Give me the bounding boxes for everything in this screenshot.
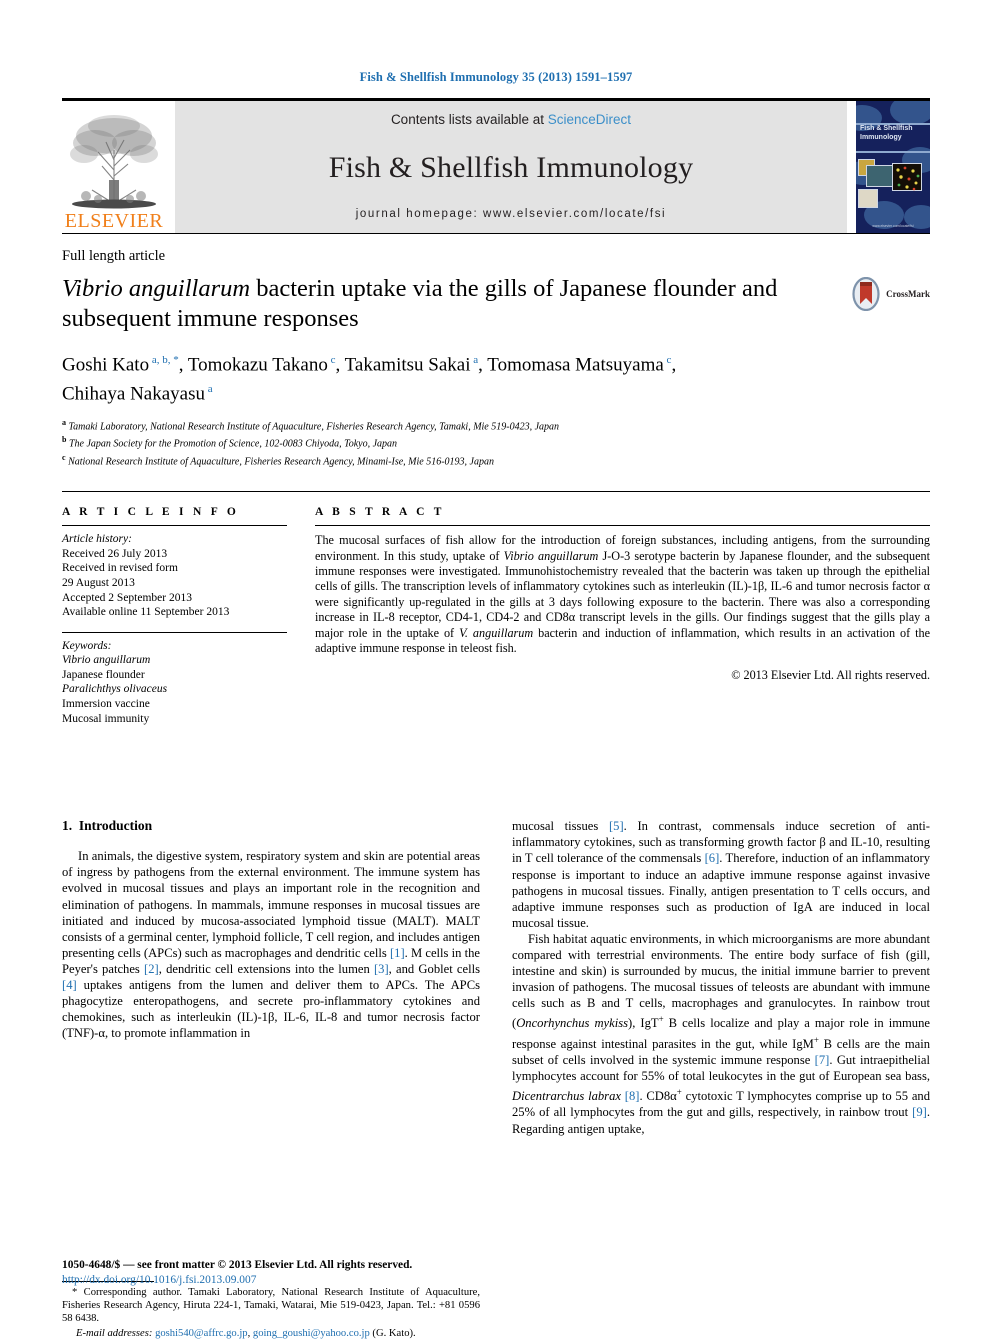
body-column-right: mucosal tissues [5]. In contrast, commen…: [512, 818, 930, 1278]
intro-paragraph-right-1: mucosal tissues [5]. In contrast, commen…: [512, 819, 930, 930]
keywords-label: Keywords:: [62, 639, 112, 652]
cover-footer-text: www.elsevier.com/locate/fsi: [872, 224, 914, 228]
citation-ref[interactable]: [2]: [144, 962, 159, 976]
intro-paragraph-right-2: Fish habitat aquatic environments, in wh…: [512, 931, 930, 1136]
author-affil-marker: a: [470, 354, 479, 366]
citation-ref[interactable]: [4]: [62, 978, 77, 992]
affiliation-marker: b: [62, 435, 67, 445]
author-list: Goshi Kato a, b, *, Tomokazu Takano c, T…: [62, 354, 677, 405]
elsevier-tree-icon: [70, 115, 158, 209]
author-affil-marker: a, b,: [149, 354, 174, 366]
abstract-heading: A B S T R A C T: [315, 506, 445, 519]
email-link-primary[interactable]: goshi540@affrc.go.jp: [155, 1328, 248, 1339]
page-title: Vibrio anguillarum bacterin uptake via t…: [62, 274, 849, 334]
masthead-bottom-rule: [62, 233, 930, 234]
doi-link[interactable]: http://dx.doi.org/10.1016/j.fsi.2013.09.…: [62, 1273, 492, 1288]
article-history: Article history: Received 26 July 2013 R…: [62, 526, 287, 620]
corresponding-footnote: * Corresponding author. Tamaki Laborator…: [62, 1280, 480, 1340]
page-footer: 1050-4648/$ — see front matter © 2013 El…: [62, 1258, 492, 1288]
cover-journal-name: Fish & Shellfish Immunology: [860, 125, 913, 141]
abstract-copyright: © 2013 Elsevier Ltd. All rights reserved…: [731, 668, 930, 683]
article-info-heading: A R T I C L E I N F O: [62, 506, 240, 519]
intro-paragraph-left: In animals, the digestive system, respir…: [62, 849, 480, 1041]
history-item: Received 26 July 2013: [62, 547, 168, 560]
section-number: 1.: [62, 818, 73, 834]
article-history-label: Article history:: [62, 533, 132, 546]
contents-prefix: Contents lists available at: [390, 112, 548, 127]
email-link-secondary[interactable]: going_goushi@yahoo.co.jp: [253, 1328, 370, 1339]
author-affil-marker: c: [663, 354, 672, 366]
journal-band: Contents lists available at ScienceDirec…: [175, 101, 847, 233]
journal-masthead: ELSEVIER Contents lists available at Sci…: [62, 101, 930, 233]
keyword-item: Japanese flounder: [62, 668, 145, 681]
citation-ref[interactable]: [8]: [625, 1089, 640, 1103]
journal-homepage[interactable]: journal homepage: www.elsevier.com/locat…: [356, 208, 666, 220]
citation-ref[interactable]: [9]: [912, 1105, 927, 1119]
cover-inset-4: [858, 189, 878, 208]
keywords-group: Keywords: Vibrio anguillarum Japanese fl…: [62, 631, 287, 727]
affiliation-text: The Japan Society for the Promotion of S…: [68, 438, 398, 450]
citation-ref[interactable]: [5]: [609, 819, 624, 833]
crossmark-badge-group[interactable]: CrossMark: [849, 277, 930, 311]
contents-available-line: Contents lists available at ScienceDirec…: [391, 112, 631, 127]
issn-line: 1050-4648/$ — see front matter © 2013 El…: [62, 1259, 413, 1271]
footnote-body: Corresponding author. Tamaki Laboratory,…: [62, 1286, 480, 1325]
history-item: Available online 11 September 2013: [62, 606, 230, 619]
body-columns: 1. Introduction In animals, the digestiv…: [62, 818, 930, 1339]
history-item: 29 August 2013: [62, 576, 135, 589]
affiliation-list: a Tamaki Laboratory, National Research I…: [62, 416, 930, 469]
abstract-column: A B S T R A C T The mucosal surfaces of …: [315, 492, 930, 726]
journal-cover-thumbnail: Fish & Shellfish Immunology www.elsevier.…: [856, 101, 930, 233]
corresponding-author-marker: *: [173, 354, 179, 366]
affiliation-marker: a: [62, 417, 66, 427]
title-row: Vibrio anguillarum bacterin uptake via t…: [62, 274, 930, 334]
email-suffix: (G. Kato).: [372, 1327, 416, 1339]
article-page: Fish & Shellfish Immunology 35 (2013) 15…: [0, 0, 992, 1339]
crossmark-label: CrossMark: [886, 289, 930, 299]
keyword-item: Mucosal immunity: [62, 712, 150, 725]
article-info-column: A R T I C L E I N F O Article history: R…: [62, 492, 287, 726]
abstract-text: The mucosal surfaces of fish allow for t…: [315, 533, 931, 655]
body-column-left: 1. Introduction In animals, the digestiv…: [62, 818, 480, 1339]
citation-ref[interactable]: [1]: [390, 946, 405, 960]
cover-micrograph: [896, 166, 920, 191]
crossmark-icon[interactable]: [849, 277, 883, 311]
cover-inset-3: [892, 163, 922, 191]
footnote-email-line: E-mail addresses: goshi540@affrc.go.jp, …: [76, 1327, 416, 1339]
affiliation-item: b The Japan Society for the Promotion of…: [62, 433, 930, 451]
history-item: Accepted 2 September 2013: [62, 591, 192, 604]
running-head: Fish & Shellfish Immunology 35 (2013) 15…: [359, 70, 633, 84]
citation-ref[interactable]: [3]: [374, 962, 389, 976]
section-heading-introduction: 1. Introduction: [62, 818, 480, 834]
author-affil-marker: c: [327, 354, 336, 366]
affiliation-item: a Tamaki Laboratory, National Research I…: [62, 416, 930, 434]
affiliation-item: c National Research Institute of Aquacul…: [62, 451, 930, 469]
footnote-text: * Corresponding author. Tamaki Laborator…: [62, 1286, 480, 1340]
citation-ref[interactable]: [7]: [815, 1053, 830, 1067]
keyword-item: Vibrio anguillarum: [62, 654, 151, 667]
article-type: Full length article: [62, 248, 166, 264]
email-label: E-mail addresses:: [76, 1327, 153, 1339]
journal-title: Fish & Shellfish Immunology: [328, 150, 694, 184]
sciencedirect-link[interactable]: ScienceDirect: [548, 112, 631, 127]
history-item: Received in revised form: [62, 562, 178, 575]
footnote-star: *: [72, 1286, 78, 1298]
elsevier-logo: ELSEVIER: [62, 101, 166, 233]
section-title: Introduction: [78, 818, 153, 834]
affiliation-text: Tamaki Laboratory, National Research Ins…: [68, 420, 560, 432]
author-affil-marker: a: [204, 383, 213, 396]
info-abstract-block: A R T I C L E I N F O Article history: R…: [62, 491, 930, 726]
keyword-item: Paralichthys olivaceus: [62, 683, 168, 696]
affiliation-text: National Research Institute of Aquacultu…: [68, 456, 494, 468]
keyword-item: Immersion vaccine: [62, 698, 150, 711]
elsevier-wordmark: ELSEVIER: [64, 210, 164, 232]
title-species-name: Vibrio anguillarum: [62, 275, 251, 302]
affiliation-marker: c: [62, 453, 66, 463]
citation-ref[interactable]: [6]: [705, 851, 720, 865]
